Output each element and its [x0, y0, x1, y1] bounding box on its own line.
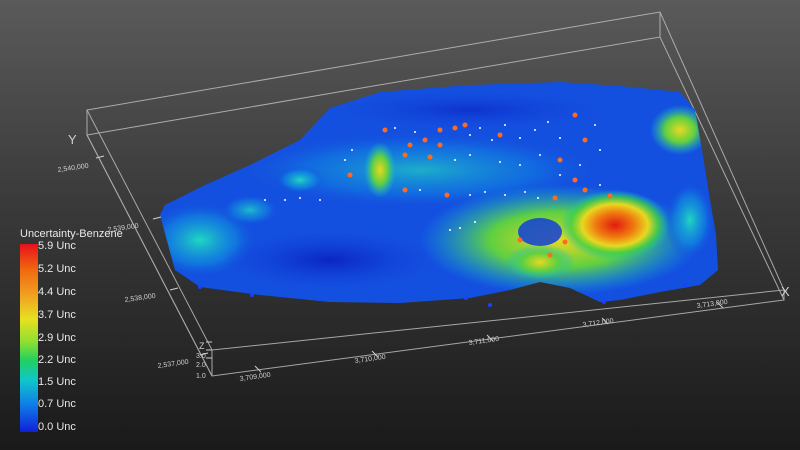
z-tick-label: 1.0	[196, 373, 206, 380]
x-axis-name: X	[781, 284, 790, 299]
y-tick-label: 2,540,000	[57, 163, 89, 174]
x-tick-label: 3,710,000	[354, 354, 386, 365]
x-tick-label: 3,712,000	[582, 318, 614, 329]
legend-color-bar	[20, 244, 38, 432]
y-axis-name: Y	[68, 132, 77, 147]
z-tick-label: 3.0	[196, 353, 206, 360]
legend-label: 5.9 Unc	[38, 240, 76, 252]
legend-label: 0.7 Unc	[38, 398, 76, 410]
legend-label: 2.2 Unc	[38, 354, 76, 366]
z-axis-name: Z	[199, 341, 205, 351]
legend-label: 1.5 Unc	[38, 376, 76, 388]
x-tick-label: 3,711,000	[468, 336, 499, 347]
legend-label: 4.4 Unc	[38, 286, 76, 298]
uncertainty-surface[interactable]	[140, 82, 718, 303]
y-tick-label: 2,537,000	[157, 359, 189, 370]
legend-label: 5.2 Unc	[38, 263, 76, 275]
z-tick-label: 2.0	[196, 362, 206, 369]
legend-title: Uncertainty-Benzene	[20, 228, 123, 240]
legend-label: 3.7 Unc	[38, 309, 76, 321]
legend-label: 2.9 Unc	[38, 332, 76, 344]
x-tick-label: 3,709,000	[239, 372, 271, 383]
color-legend: Uncertainty-Benzene 5.9 Unc 5.2 Unc 4.4 …	[18, 228, 148, 433]
legend-label: 0.0 Unc	[38, 421, 76, 433]
